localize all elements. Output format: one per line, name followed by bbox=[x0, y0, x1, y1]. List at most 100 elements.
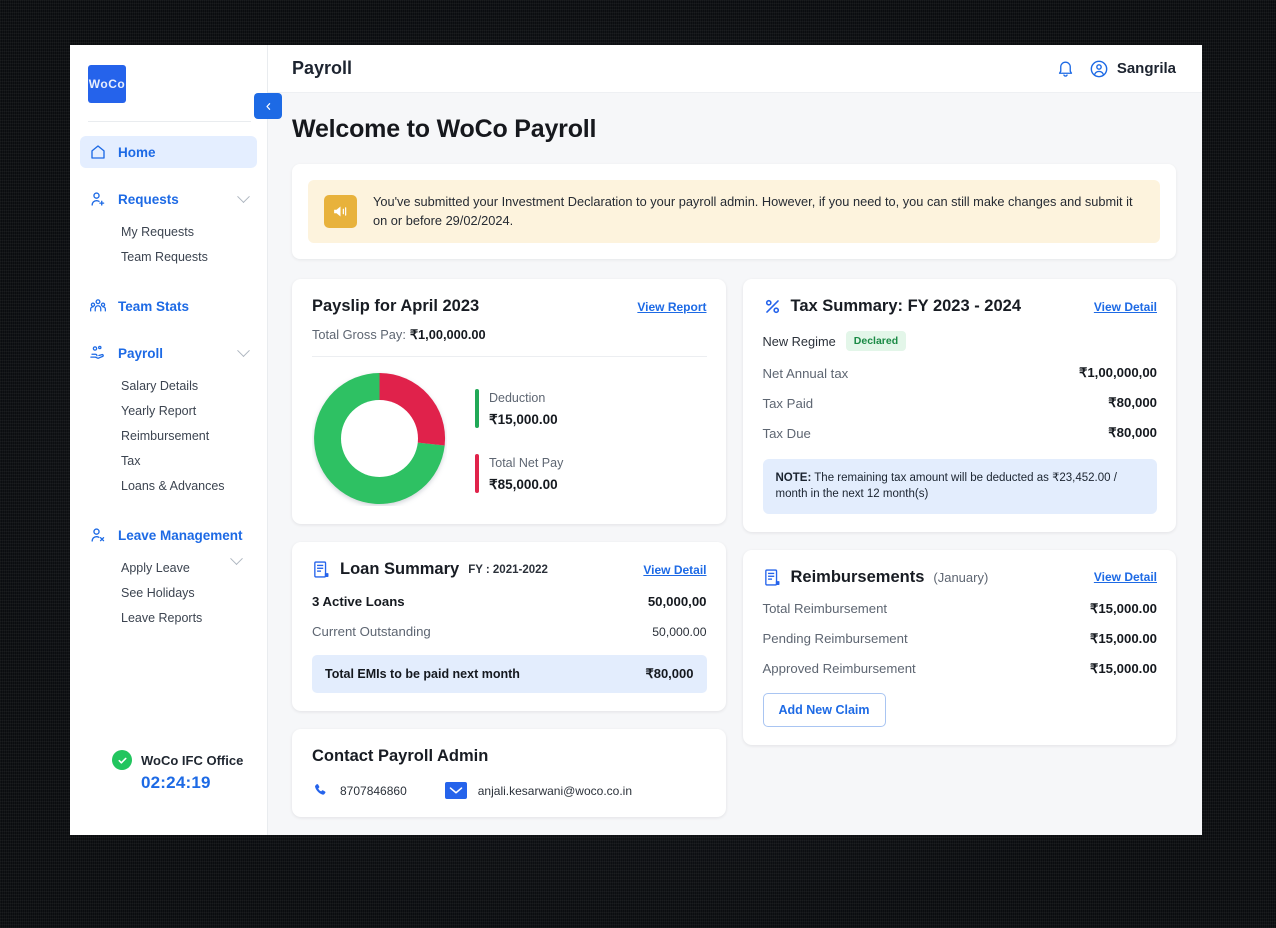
dashboard-grid: Payslip for April 2023 View Report Total… bbox=[292, 279, 1176, 817]
chevron-down-icon[interactable] bbox=[237, 190, 250, 203]
reimbursement-row-value: ₹15,000.00 bbox=[1090, 661, 1157, 677]
add-new-claim-button[interactable]: Add New Claim bbox=[763, 693, 886, 727]
legend-item: Deduction ₹15,000.00 bbox=[475, 389, 563, 428]
user-circle-icon bbox=[1089, 59, 1109, 79]
reimbursements-card-header: Reimbursements (January) View Detail bbox=[763, 568, 1158, 587]
payslip-body: Deduction ₹15,000.00 Total Net Pay ₹85,0… bbox=[312, 371, 707, 506]
page-title: Welcome to WoCo Payroll bbox=[292, 115, 1176, 144]
legend-color-swatch bbox=[475, 389, 479, 428]
sidebar-item-see-holidays[interactable]: See Holidays bbox=[80, 580, 257, 605]
reimbursement-row-label: Total Reimbursement bbox=[763, 601, 888, 616]
total-gross-pay-label: Total Gross Pay: bbox=[312, 327, 406, 342]
nav-spacer bbox=[80, 506, 257, 519]
sidebar-item-yearly-report[interactable]: Yearly Report bbox=[80, 398, 257, 423]
donut-svg bbox=[312, 371, 447, 506]
sidebar-item-home[interactable]: Home bbox=[80, 136, 257, 168]
loan-view-detail-link[interactable]: View Detail bbox=[643, 563, 706, 577]
office-name: WoCo IFC Office bbox=[141, 753, 243, 768]
phone-icon bbox=[312, 782, 329, 799]
sidebar-item-team-stats[interactable]: Team Stats bbox=[80, 290, 257, 322]
bell-icon[interactable] bbox=[1056, 59, 1075, 78]
tax-row-value: ₹80,000 bbox=[1108, 395, 1157, 411]
report-doc-icon bbox=[763, 568, 782, 587]
chevron-left-icon bbox=[264, 101, 273, 112]
active-loans-label: 3 Active Loans bbox=[312, 594, 405, 609]
sidebar-item-reimbursement[interactable]: Reimbursement bbox=[80, 423, 257, 448]
loan-summary-card: Loan Summary FY : 2021-2022 View Detail … bbox=[292, 542, 726, 711]
total-gross-pay-row: Total Gross Pay: ₹1,00,000.00 bbox=[312, 327, 707, 343]
payslip-view-report-link[interactable]: View Report bbox=[637, 300, 706, 314]
dashboard-column-right: Tax Summary: FY 2023 - 2024 View Detail … bbox=[743, 279, 1177, 745]
page-breadcrumb-title: Payroll bbox=[292, 58, 352, 79]
tax-note-prefix: NOTE: bbox=[776, 472, 812, 484]
reimbursements-title: Reimbursements bbox=[791, 568, 925, 587]
payroll-hand-icon bbox=[89, 344, 107, 362]
chevron-down-icon[interactable] bbox=[237, 344, 250, 357]
tax-view-detail-link[interactable]: View Detail bbox=[1094, 300, 1157, 314]
payslip-card: Payslip for April 2023 View Report Total… bbox=[292, 279, 726, 524]
sidebar-nav: Home Requests My Requests Team R bbox=[70, 122, 267, 636]
tax-regime-name: New Regime bbox=[763, 334, 836, 349]
contact-phone-number: 8707846860 bbox=[340, 784, 407, 798]
main-area: Payroll Sangrila bbox=[268, 45, 1202, 835]
sidebar-collapse-button[interactable] bbox=[254, 93, 282, 119]
dashboard-content: Welcome to WoCo Payroll You've submitted… bbox=[268, 93, 1202, 835]
contact-email[interactable]: anjali.kesarwani@woco.co.in bbox=[445, 782, 632, 799]
sidebar-item-payroll[interactable]: Payroll bbox=[80, 337, 257, 369]
active-loans-value: 50,000,00 bbox=[648, 594, 707, 609]
loan-title: Loan Summary bbox=[340, 560, 459, 579]
sidebar-item-loans-advances[interactable]: Loans & Advances bbox=[80, 473, 257, 498]
payslip-title: Payslip for April 2023 bbox=[312, 297, 479, 316]
sidebar-item-team-requests[interactable]: Team Requests bbox=[80, 244, 257, 269]
sidebar: WoCo Home bbox=[70, 45, 268, 835]
nav-group-payroll: Payroll Salary Details Yearly Report Rei… bbox=[80, 337, 257, 504]
report-doc-icon bbox=[312, 560, 331, 579]
legend-label: Total Net Pay bbox=[489, 456, 563, 470]
total-emi-row: Total EMIs to be paid next month ₹80,000 bbox=[312, 655, 707, 693]
sidebar-item-label: Team Stats bbox=[118, 299, 248, 314]
sidebar-item-my-requests[interactable]: My Requests bbox=[80, 219, 257, 244]
team-icon bbox=[89, 297, 107, 315]
sidebar-item-salary-details[interactable]: Salary Details bbox=[80, 373, 257, 398]
sidebar-item-leave-reports[interactable]: Leave Reports bbox=[80, 605, 257, 630]
tax-row-label: Tax Paid bbox=[763, 396, 814, 411]
user-name: Sangrila bbox=[1117, 60, 1176, 77]
reimbursement-row: Pending Reimbursement ₹15,000.00 bbox=[763, 631, 1158, 647]
total-gross-pay-value: ₹1,00,000.00 bbox=[410, 327, 486, 342]
user-menu[interactable]: Sangrila bbox=[1089, 59, 1176, 79]
legend-label: Deduction bbox=[489, 391, 545, 405]
sidebar-item-label: Requests bbox=[118, 192, 228, 207]
nav-spacer bbox=[80, 324, 257, 337]
sidebar-subitems-payroll: Salary Details Yearly Report Reimburseme… bbox=[80, 369, 257, 504]
contact-phone[interactable]: 8707846860 bbox=[312, 782, 407, 799]
tax-row-value: ₹80,000 bbox=[1108, 425, 1157, 441]
contact-details-row: 8707846860 anjali.kesarwani@woco.co.in bbox=[312, 782, 707, 799]
reimbursements-period: (January) bbox=[933, 570, 988, 585]
user-leave-icon bbox=[89, 526, 107, 544]
total-emi-label: Total EMIs to be paid next month bbox=[325, 667, 520, 681]
tax-row-label: Net Annual tax bbox=[763, 366, 849, 381]
active-loans-row: 3 Active Loans 50,000,00 bbox=[312, 594, 707, 609]
check-circle-icon bbox=[112, 750, 132, 770]
sidebar-item-tax[interactable]: Tax bbox=[80, 448, 257, 473]
dashboard-column-left: Payslip for April 2023 View Report Total… bbox=[292, 279, 726, 817]
home-icon bbox=[89, 143, 107, 161]
tax-title: Tax Summary: FY 2023 - 2024 bbox=[791, 297, 1022, 316]
sidebar-item-leave-management[interactable]: Leave Management bbox=[80, 519, 257, 551]
app-window: WoCo Home bbox=[70, 45, 1202, 835]
nav-group-team-stats: Team Stats bbox=[80, 290, 257, 322]
payslip-legend: Deduction ₹15,000.00 Total Net Pay ₹85,0… bbox=[475, 385, 563, 493]
percent-icon bbox=[763, 297, 782, 316]
office-status: WoCo IFC Office 02:24:19 bbox=[70, 750, 267, 793]
office-clock: 02:24:19 bbox=[141, 773, 267, 793]
tax-row: Net Annual tax ₹1,00,000,00 bbox=[763, 365, 1158, 381]
mail-icon bbox=[445, 782, 467, 799]
tax-regime-row: New Regime Declared bbox=[763, 331, 1158, 351]
sidebar-item-requests[interactable]: Requests bbox=[80, 183, 257, 215]
reimbursements-card: Reimbursements (January) View Detail Tot… bbox=[743, 550, 1177, 745]
payslip-divider bbox=[312, 356, 707, 357]
reimbursements-view-detail-link[interactable]: View Detail bbox=[1094, 570, 1157, 584]
reimbursement-row: Total Reimbursement ₹15,000.00 bbox=[763, 601, 1158, 617]
woco-logo[interactable]: WoCo bbox=[88, 65, 126, 103]
logo-container: WoCo bbox=[70, 45, 267, 103]
